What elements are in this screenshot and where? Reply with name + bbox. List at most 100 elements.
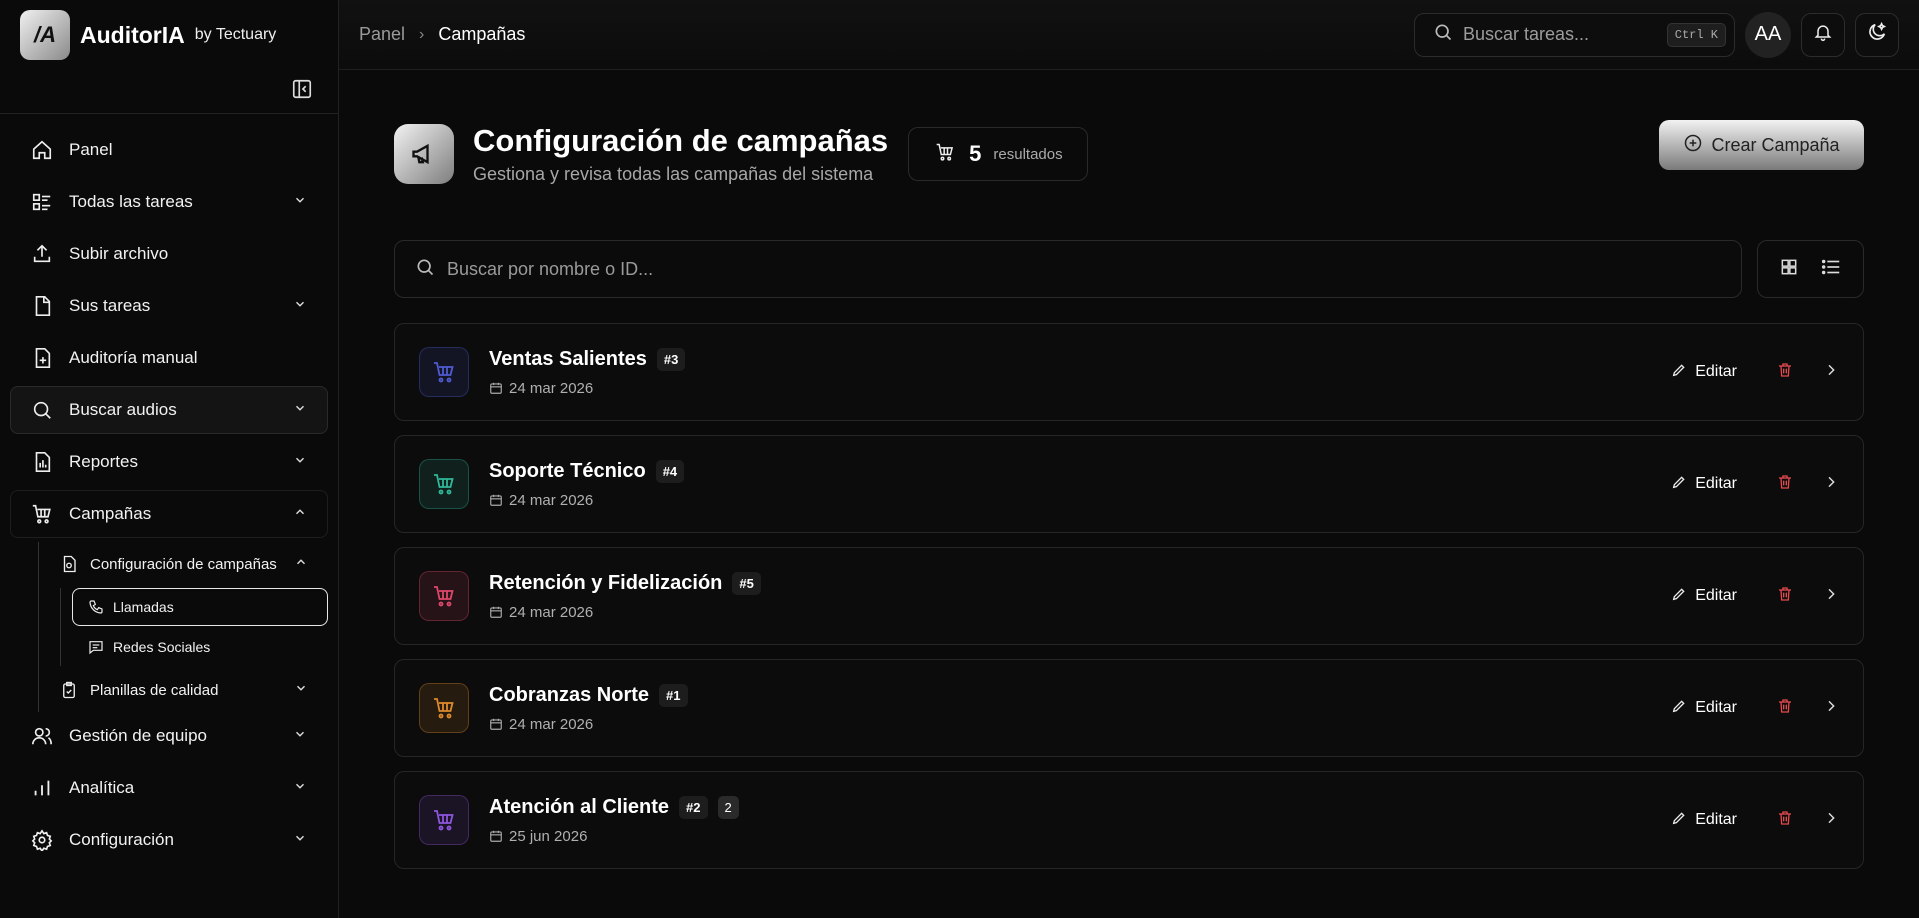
breadcrumb-panel[interactable]: Panel xyxy=(359,24,405,45)
view-toggle xyxy=(1757,240,1864,298)
theme-toggle-button[interactable] xyxy=(1855,12,1899,57)
chevron-up-icon xyxy=(293,504,307,524)
list-view-icon[interactable] xyxy=(1820,256,1842,283)
moon-icon xyxy=(1866,21,1888,48)
delete-button[interactable] xyxy=(1777,586,1793,607)
chevron-down-icon xyxy=(293,830,307,850)
edit-label: Editar xyxy=(1695,811,1737,828)
campaign-search-input[interactable]: Buscar por nombre o ID... xyxy=(394,240,1742,298)
open-campaign-button[interactable] xyxy=(1823,474,1839,495)
chevron-down-icon xyxy=(293,296,307,316)
users-icon xyxy=(31,725,53,747)
sidebar-item-label: Auditoría manual xyxy=(69,348,198,367)
sidebar-item-team[interactable]: Gestión de equipo xyxy=(10,712,328,760)
create-campaign-label: Crear Campaña xyxy=(1711,134,1840,155)
notifications-button[interactable] xyxy=(1801,12,1845,57)
pencil-icon xyxy=(1671,586,1687,607)
chevron-right-icon: › xyxy=(419,25,425,43)
sidebar-item-manual-audit[interactable]: Auditoría manual xyxy=(10,334,328,382)
campaign-card[interactable]: Cobranzas Norte #1 24 mar 2026 Editar xyxy=(394,659,1864,757)
campaign-id-badge: #1 xyxy=(659,683,688,707)
campaign-name: Ventas Salientes xyxy=(489,347,647,370)
calendar-icon xyxy=(489,829,503,843)
sidebar-collapse-icon[interactable] xyxy=(291,78,313,105)
avatar[interactable]: AA xyxy=(1745,11,1791,58)
sidebar-item-my-tasks[interactable]: Sus tareas xyxy=(10,282,328,330)
campaign-date: 24 mar 2026 xyxy=(509,491,594,509)
create-campaign-button[interactable]: Crear Campaña xyxy=(1659,120,1864,170)
edit-button[interactable]: Editar xyxy=(1671,474,1737,495)
sidebar-item-panel[interactable]: Panel xyxy=(10,126,328,174)
edit-button[interactable]: Editar xyxy=(1671,698,1737,719)
sidebar-item-calls[interactable]: Llamadas xyxy=(72,588,328,626)
delete-button[interactable] xyxy=(1777,698,1793,719)
search-icon xyxy=(1433,22,1453,47)
open-campaign-button[interactable] xyxy=(1823,698,1839,719)
campaign-card[interactable]: Atención al Cliente #2 2 25 jun 2026 Edi… xyxy=(394,771,1864,869)
delete-button[interactable] xyxy=(1777,474,1793,495)
edit-button[interactable]: Editar xyxy=(1671,362,1737,383)
gear-icon xyxy=(31,829,53,851)
sidebar-item-label: Panel xyxy=(69,140,113,159)
campaign-date: 24 mar 2026 xyxy=(509,715,594,733)
breadcrumb: Panel › Campañas xyxy=(359,24,525,45)
campaign-icon xyxy=(419,459,469,509)
chevron-down-icon xyxy=(293,192,307,212)
chart-icon xyxy=(31,777,53,799)
campaign-id-badge: #4 xyxy=(655,459,685,483)
campaign-id-badge: #5 xyxy=(732,571,761,595)
cart-icon xyxy=(935,142,955,167)
campaign-id-badge: #3 xyxy=(656,347,686,371)
pencil-icon xyxy=(1671,474,1687,495)
delete-button[interactable] xyxy=(1777,362,1793,383)
sidebar-item-tasks[interactable]: Todas las tareas xyxy=(10,178,328,226)
chevron-right-icon xyxy=(1823,698,1839,719)
app-logo[interactable]: /A xyxy=(20,10,70,60)
chevron-down-icon xyxy=(293,452,307,472)
sidebar-item-analytics[interactable]: Analítica xyxy=(10,764,328,812)
grid-view-icon[interactable] xyxy=(1779,257,1799,282)
calendar-icon xyxy=(489,381,503,395)
edit-button[interactable]: Editar xyxy=(1671,810,1737,831)
sidebar-item-label: Reportes xyxy=(69,452,138,471)
sidebar-item-label: Gestión de equipo xyxy=(69,726,207,745)
sidebar-item-social[interactable]: Redes Sociales xyxy=(72,628,328,666)
campaign-search-placeholder: Buscar por nombre o ID... xyxy=(447,258,654,279)
sidebar-item-campaign-config[interactable]: Configuración de campañas xyxy=(30,542,328,586)
campaign-name: Cobranzas Norte xyxy=(489,683,650,706)
edit-label: Editar xyxy=(1695,475,1737,492)
delete-button[interactable] xyxy=(1777,810,1793,831)
pencil-icon xyxy=(1671,810,1687,831)
task-search-input[interactable]: Buscar tareas... Ctrl K xyxy=(1414,12,1735,57)
campaigns-submenu: Configuración de campañas Llamadas Redes… xyxy=(30,542,328,712)
open-campaign-button[interactable] xyxy=(1823,362,1839,383)
chevron-up-icon xyxy=(294,555,308,573)
sidebar-item-label: Analítica xyxy=(69,778,135,797)
open-campaign-button[interactable] xyxy=(1823,810,1839,831)
chevron-down-icon xyxy=(293,726,307,746)
results-count: 5 resultados xyxy=(908,127,1088,181)
sidebar-item-settings[interactable]: Configuración xyxy=(10,816,328,864)
topbar: Panel › Campañas Buscar tareas... Ctrl K… xyxy=(339,0,1919,70)
campaign-card[interactable]: Retención y Fidelización #5 24 mar 2026 … xyxy=(394,547,1864,645)
trash-icon xyxy=(1777,474,1793,495)
campaign-card[interactable]: Ventas Salientes #3 24 mar 2026 Editar xyxy=(394,323,1864,421)
campaign-date: 24 mar 2026 xyxy=(509,603,594,621)
chevron-down-icon xyxy=(293,400,307,420)
main-area: Panel › Campañas Buscar tareas... Ctrl K… xyxy=(339,0,1919,918)
trash-icon xyxy=(1777,810,1793,831)
chevron-right-icon xyxy=(1823,810,1839,831)
campaign-card[interactable]: Soporte Técnico #4 24 mar 2026 Editar xyxy=(394,435,1864,533)
sidebar-item-label: Subir archivo xyxy=(69,244,169,263)
app-name: AuditorIA xyxy=(80,21,185,48)
sidebar-subitem-label: Planillas de calidad xyxy=(90,681,219,699)
file-plus-icon xyxy=(31,347,53,369)
open-campaign-button[interactable] xyxy=(1823,586,1839,607)
sidebar-item-reports[interactable]: Reportes xyxy=(10,438,328,486)
sidebar-item-campaigns[interactable]: Campañas xyxy=(10,490,328,538)
sidebar-item-upload[interactable]: Subir archivo xyxy=(10,230,328,278)
edit-button[interactable]: Editar xyxy=(1671,586,1737,607)
sidebar-item-quality[interactable]: Planillas de calidad xyxy=(30,668,328,712)
sidebar-item-search-audio[interactable]: Buscar audios xyxy=(10,386,328,434)
sidebar-item-label: Todas las tareas xyxy=(69,192,193,211)
